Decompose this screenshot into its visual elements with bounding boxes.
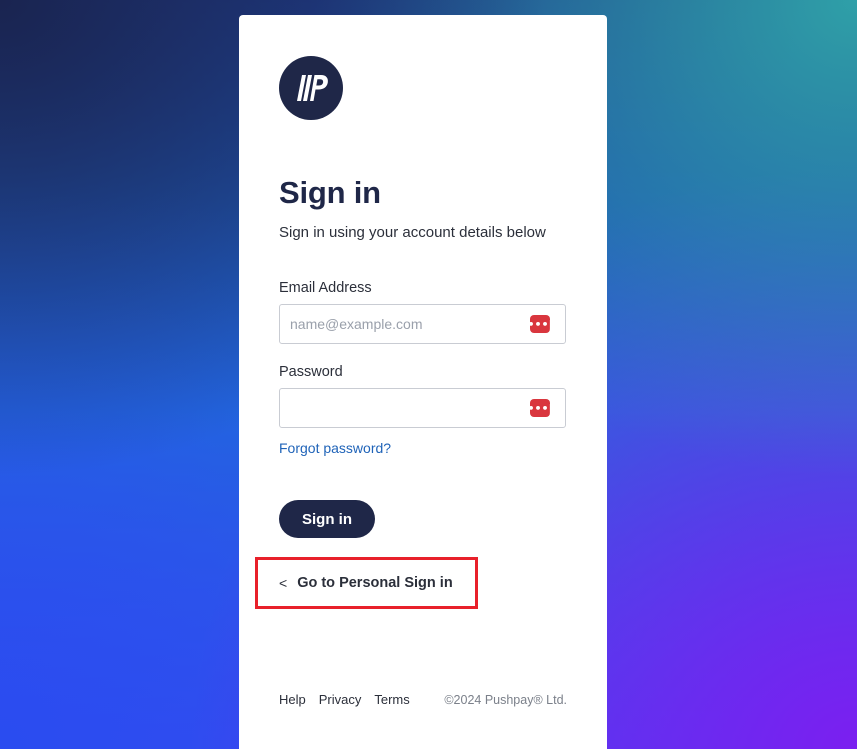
personal-sign-in-link[interactable]: < Go to Personal Sign in	[279, 575, 453, 591]
email-field-wrapper: •••|	[279, 304, 566, 344]
email-label: Email Address	[279, 280, 372, 296]
page-background: Sign in Sign in using your account detai…	[0, 0, 857, 749]
pushpay-logo-mark	[297, 75, 328, 101]
password-label: Password	[279, 364, 343, 380]
sign-in-button[interactable]: Sign in	[279, 500, 375, 538]
password-manager-glyph: •••|	[527, 401, 553, 415]
footer-link-help[interactable]: Help	[279, 692, 306, 707]
signin-card: Sign in Sign in using your account detai…	[239, 15, 607, 749]
copyright-text: ©2024 Pushpay® Ltd.	[444, 692, 567, 707]
email-input[interactable]	[280, 305, 540, 343]
pushpay-logo-icon	[279, 56, 343, 120]
forgot-password-link[interactable]: Forgot password?	[279, 440, 391, 456]
password-manager-icon[interactable]: •••|	[527, 399, 553, 417]
page-subtitle: Sign in using your account details below	[279, 224, 546, 241]
footer: Help Privacy Terms ©2024 Pushpay® Ltd.	[279, 692, 567, 707]
password-manager-glyph: •••|	[527, 317, 553, 331]
chevron-left-icon: <	[279, 575, 288, 591]
password-field-wrapper: •••|	[279, 388, 566, 428]
password-manager-icon[interactable]: •••|	[527, 315, 553, 333]
page-title: Sign in	[279, 175, 381, 210]
password-input[interactable]	[280, 389, 540, 427]
footer-link-terms[interactable]: Terms	[374, 692, 409, 707]
footer-link-privacy[interactable]: Privacy	[319, 692, 362, 707]
personal-sign-in-label: Go to Personal Sign in	[297, 575, 453, 591]
